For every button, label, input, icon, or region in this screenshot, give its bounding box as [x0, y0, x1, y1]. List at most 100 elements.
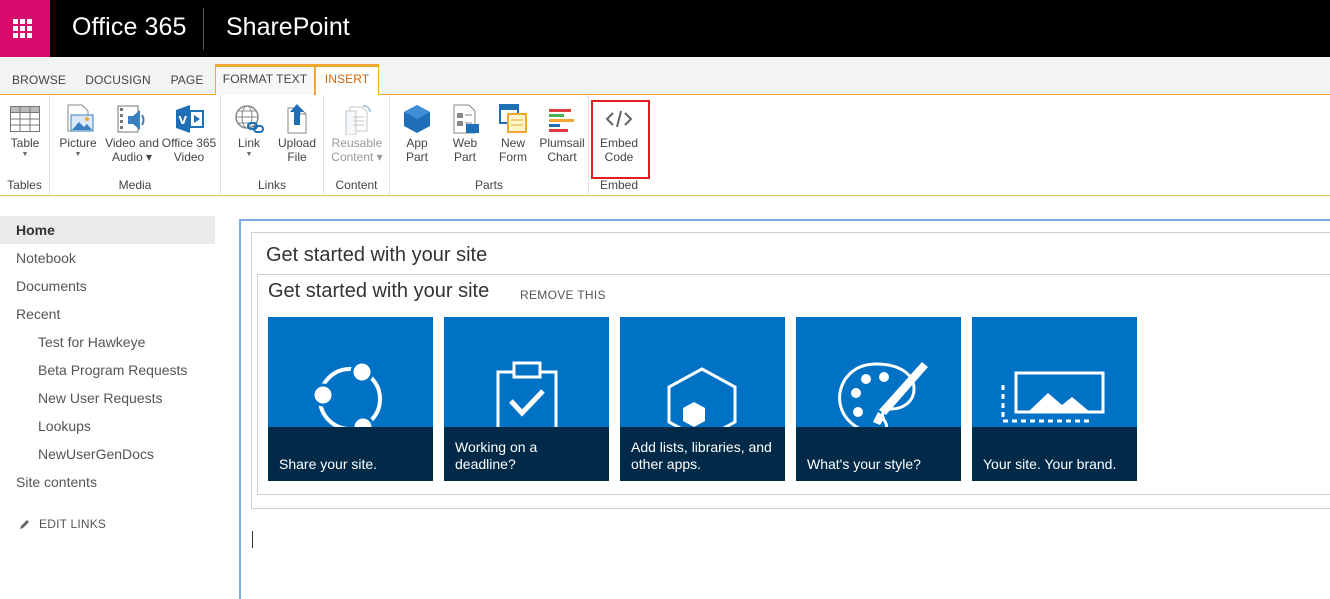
link-label: Link [237, 136, 260, 150]
app-part-label-1: App [406, 136, 428, 150]
office365-video-label-1: Office 365 [161, 136, 217, 150]
group-label-media: Media [118, 178, 152, 192]
ribbon-insert: Table ▼ Tables Picture ▼ Video and Audio… [0, 95, 1330, 196]
clipboard-check-icon [496, 361, 558, 427]
embed-code-label-1: Embed [599, 136, 639, 150]
group-embed: Embed Code Embed [589, 95, 649, 195]
suite-divider [203, 8, 204, 50]
group-parts: App Part Web Part New Form Plumsail Char… [390, 95, 589, 195]
web-part-label-1: Web [452, 136, 478, 150]
picture-button[interactable]: Picture ▼ [52, 103, 104, 173]
nav-item-home[interactable]: Home [0, 216, 215, 244]
tile-share-site[interactable]: Share your site. [268, 317, 433, 481]
palette-brush-icon [838, 362, 928, 427]
app-part-button[interactable]: App Part [391, 103, 443, 173]
chevron-down-icon: ▼ [245, 151, 253, 158]
nav-item-beta-program-requests[interactable]: Beta Program Requests [0, 356, 215, 384]
nav-item-new-user-requests[interactable]: New User Requests [0, 384, 215, 412]
picture-icon [67, 104, 94, 132]
quick-launch: Home Notebook Documents Recent Test for … [0, 216, 215, 538]
group-label-parts: Parts [474, 178, 503, 192]
reusable-content-label-1: Reusable [331, 136, 383, 150]
reusable-content-button[interactable]: Reusable Content ▾ [331, 103, 383, 173]
video-audio-label-1: Video and [105, 136, 159, 150]
table-label: Table [10, 136, 40, 150]
group-links: Link ▼ Upload File Links [221, 95, 324, 195]
new-form-icon [499, 104, 527, 133]
reusable-content-icon [345, 104, 372, 135]
suite-bar: Office 365 SharePoint [0, 0, 1330, 57]
text-cursor [252, 531, 253, 548]
link-globe-icon [235, 105, 264, 133]
tile-deadline[interactable]: Working on a deadline? [444, 317, 609, 481]
office365-video-label-2: Video [173, 150, 205, 164]
remove-this-link[interactable]: REMOVE THIS [520, 288, 606, 302]
upload-file-label-1: Upload [277, 136, 317, 150]
app-name[interactable]: SharePoint [226, 13, 350, 42]
plumsail-chart-label-2: Chart [547, 150, 577, 164]
upload-file-button[interactable]: Upload File [271, 103, 323, 173]
brand-image-icon [1001, 371, 1105, 423]
new-form-button[interactable]: New Form [487, 103, 539, 173]
group-label-links: Links [257, 178, 286, 192]
nav-item-site-contents[interactable]: Site contents [0, 468, 215, 496]
web-part-label-2: Part [453, 150, 476, 164]
office365-video-button[interactable]: V Office 365 Video [161, 103, 217, 173]
share-icon [311, 360, 382, 427]
nav-item-notebook[interactable]: Notebook [0, 244, 215, 272]
nav-item-newusergendocs[interactable]: NewUserGenDocs [0, 440, 215, 468]
app-part-label-2: Part [405, 150, 428, 164]
group-content: Reusable Content ▾ Content [324, 95, 390, 195]
new-form-label-1: New [500, 136, 525, 150]
group-media: Picture ▼ Video and Audio ▾ V Office 365… [50, 95, 221, 195]
plumsail-chart-label-1: Plumsail [539, 136, 585, 150]
office365-brand[interactable]: Office 365 [72, 13, 187, 42]
edit-links-button[interactable]: EDIT LINKS [0, 510, 215, 538]
getting-started-title: Get started with your site [268, 280, 490, 302]
group-tables: Table ▼ Tables [0, 95, 50, 195]
chevron-down-icon: ▼ [21, 151, 29, 158]
nav-item-test-for-hawkeye[interactable]: Test for Hawkeye [0, 328, 215, 356]
waffle-icon [13, 19, 32, 38]
pencil-icon [20, 519, 29, 529]
reusable-content-label-2: Content ▾ [331, 150, 383, 164]
web-part-button[interactable]: Web Part [439, 103, 491, 173]
embed-code-label-2: Code [604, 150, 634, 164]
picture-label: Picture [59, 136, 97, 150]
tab-insert[interactable]: INSERT [315, 64, 379, 97]
edit-links-label: EDIT LINKS [39, 517, 107, 531]
upload-file-label-2: File [287, 150, 307, 164]
tile-brand[interactable]: Your site. Your brand. [972, 317, 1137, 481]
video-audio-button[interactable]: Video and Audio ▾ [104, 103, 160, 173]
nav-item-lookups[interactable]: Lookups [0, 412, 215, 440]
plumsail-chart-icon [549, 109, 574, 132]
tab-docusign[interactable]: DOCUSIGN [80, 67, 156, 95]
chevron-down-icon: ▼ [74, 151, 82, 158]
embed-code-icon [605, 110, 633, 128]
app-launcher-button[interactable] [0, 0, 50, 57]
group-label-content: Content [335, 178, 378, 192]
tile-caption: What's your style? [796, 427, 961, 481]
group-label-tables: Tables [7, 178, 42, 192]
tab-page[interactable]: PAGE [164, 67, 210, 95]
svg-text:V: V [179, 114, 188, 127]
webpart-title: Get started with your site [266, 244, 488, 266]
tab-browse[interactable]: BROWSE [8, 67, 70, 95]
upload-file-icon [287, 104, 307, 134]
ribbon-tab-bar: BROWSE DOCUSIGN PAGE FORMAT TEXT INSERT [0, 57, 1330, 97]
group-label-embed: Embed [599, 178, 639, 192]
web-part-icon [453, 104, 479, 134]
tile-style[interactable]: What's your style? [796, 317, 961, 481]
tab-format-text[interactable]: FORMAT TEXT [215, 64, 315, 96]
nav-item-recent[interactable]: Recent [0, 300, 215, 328]
video-audio-label-2: Audio ▾ [111, 150, 153, 164]
link-button[interactable]: Link ▼ [223, 103, 275, 173]
table-icon [10, 106, 40, 132]
embed-code-button[interactable]: Embed Code [593, 103, 645, 173]
table-button[interactable]: Table ▼ [0, 103, 51, 173]
tile-caption: Working on a deadline? [444, 427, 609, 481]
nav-item-documents[interactable]: Documents [0, 272, 215, 300]
tile-add-apps[interactable]: Add lists, libraries, and other apps. [620, 317, 785, 481]
apps-hexagon-icon [667, 367, 737, 427]
plumsail-chart-button[interactable]: Plumsail Chart [536, 103, 588, 173]
